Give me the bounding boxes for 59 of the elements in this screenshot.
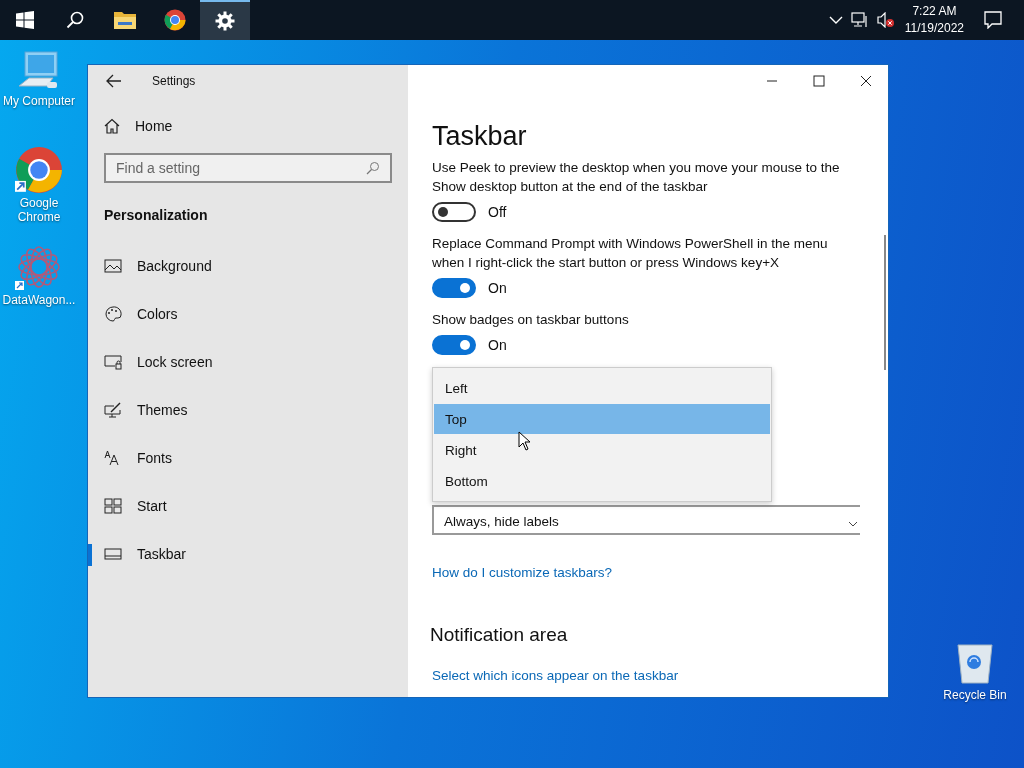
clock-time[interactable]: 7:22 AM <box>912 3 957 20</box>
gear-icon <box>215 11 235 31</box>
search-field[interactable]: Find a setting <box>104 153 392 183</box>
chrome-icon[interactable] <box>15 146 63 194</box>
sidebar-item[interactable]: Fonts <box>88 434 408 482</box>
toggle-switch[interactable] <box>432 335 476 355</box>
page-heading: Taskbar <box>432 121 527 152</box>
clock-date[interactable]: 11/19/2022 <box>904 20 964 37</box>
dropdown-option[interactable]: Bottom <box>434 466 770 496</box>
section-heading: Notification area <box>430 624 568 646</box>
window-title: Settings <box>152 74 196 88</box>
section-heading: Personalization <box>103 207 209 223</box>
dropdown-option[interactable]: Left <box>434 373 770 403</box>
windows-logo-icon <box>16 11 34 29</box>
picture-frame-icon <box>104 258 122 274</box>
setting-label: Use Peek to preview the desktop when you move your mouse to the Show desktop button at the end of the taskbar <box>432 159 841 196</box>
back-arrow-icon[interactable] <box>106 74 122 88</box>
flower-pattern-icon[interactable] <box>15 245 63 291</box>
dropdown-field[interactable]: Always, hide labels <box>432 505 860 535</box>
settings-link[interactable]: Select which icons appear on the taskbar <box>432 668 679 683</box>
toggle-state: Off <box>488 204 507 220</box>
chevron-up-icon[interactable] <box>828 15 843 25</box>
sidebar-item[interactable]: Background <box>88 242 408 290</box>
sidebar-item[interactable]: Colors <box>88 290 408 338</box>
close-icon[interactable] <box>860 75 872 87</box>
setting-label: Replace Command Prompt with Windows PowerShell in the menu when I right-click the start button or press Windows key+X <box>432 235 829 272</box>
recycle-bin-icon[interactable] <box>955 642 995 686</box>
search-icon <box>66 11 84 29</box>
search-icon <box>366 161 380 175</box>
help-link[interactable]: How do I customize taskbars? <box>432 565 613 580</box>
mouse-pointer-icon <box>518 431 531 451</box>
monitor-lock-icon <box>104 354 122 370</box>
sidebar-item[interactable]: Start <box>88 482 408 530</box>
taskbar-button[interactable] <box>200 0 250 40</box>
chevron-down-icon <box>848 521 858 529</box>
dropdown-option[interactable]: Right <box>434 435 770 465</box>
tiles-icon <box>104 498 122 514</box>
folder-icon <box>113 10 137 30</box>
network-icon[interactable] <box>850 12 869 28</box>
toggle-switch[interactable] <box>432 202 476 222</box>
setting-label: Show badges on taskbar buttons <box>432 311 630 329</box>
sidebar-item[interactable]: Themes <box>88 386 408 434</box>
chrome-icon <box>164 9 186 31</box>
sidebar-item[interactable]: Taskbar <box>88 530 408 578</box>
desktop-icon-label[interactable]: Recycle Bin <box>943 688 1007 702</box>
monitor-brush-icon <box>104 402 122 418</box>
toggle-switch[interactable] <box>432 278 476 298</box>
notification-icon[interactable] <box>984 11 1002 29</box>
home-icon <box>104 118 120 134</box>
home-nav-item[interactable]: Home <box>88 105 408 147</box>
palette-icon <box>104 306 122 322</box>
dropdown-option[interactable]: Top <box>434 404 770 434</box>
sidebar-item[interactable]: Lock screen <box>88 338 408 386</box>
toggle-state: On <box>488 280 507 296</box>
maximize-icon[interactable] <box>813 75 825 87</box>
muted-speaker-icon[interactable] <box>876 12 895 28</box>
scrollbar[interactable] <box>884 235 886 370</box>
toggle-state: On <box>488 337 507 353</box>
taskbar-icon <box>104 546 122 562</box>
